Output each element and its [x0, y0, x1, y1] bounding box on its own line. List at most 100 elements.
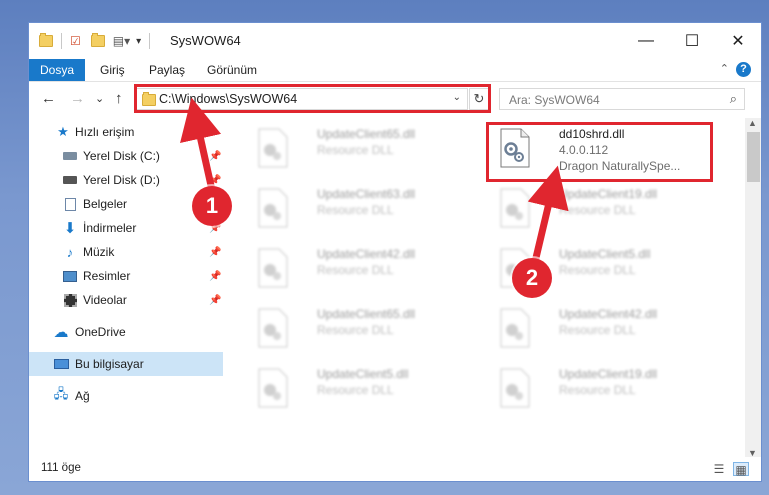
customize-toolbar-icon[interactable]: ▤▾ [113, 34, 130, 48]
file-highlight-box [486, 122, 713, 182]
music-icon: ♪ [66, 244, 74, 260]
star-icon: ★ [57, 124, 69, 139]
vertical-scrollbar[interactable]: ▲ ▼ [745, 118, 761, 458]
sidebar-item-disk-d[interactable]: Yerel Disk (D:) 📌 [29, 168, 223, 192]
dll-file-icon [500, 368, 530, 408]
dll-file-icon [258, 368, 288, 408]
step-badge-1: 1 [192, 186, 232, 226]
tab-view[interactable]: Görünüm [207, 59, 257, 81]
sidebar-item-label: Bu bilgisayar [75, 357, 144, 371]
minimize-button[interactable]: — [623, 23, 669, 59]
download-icon: ⬇ [63, 220, 77, 237]
search-placeholder: Ara: SysWOW64 [509, 93, 600, 107]
chevron-down-icon[interactable]: ▾ [136, 36, 141, 47]
sidebar-item-label: Resimler [83, 269, 131, 283]
pictures-icon [62, 269, 78, 283]
tab-home[interactable]: Giriş [100, 59, 125, 81]
sidebar-item-pictures[interactable]: Resimler 📌 [29, 264, 223, 288]
sidebar-item-downloads[interactable]: ⬇ İndirmeler 📌 [29, 216, 223, 240]
file-name: UpdateClient19.dll [559, 367, 658, 381]
pin-icon: 📌 [209, 294, 222, 306]
title-bar: ☑ ▤▾ ▾ SysWOW64 — ☐ ✕ [29, 23, 761, 59]
file-item[interactable]: UpdateClient42.dll Resource DLL [489, 302, 709, 358]
file-item[interactable]: UpdateClient5.dll Resource DLL [247, 362, 467, 418]
sidebar-item-label: İndirmeler [83, 221, 137, 235]
file-type: Resource DLL [317, 143, 394, 157]
disk-icon [62, 149, 78, 163]
sidebar-item-music[interactable]: ♪ Müzik 📌 [29, 240, 223, 264]
file-name: UpdateClient65.dll [317, 307, 416, 321]
dll-file-icon [500, 308, 530, 348]
file-item[interactable]: UpdateClient19.dll Resource DLL [489, 182, 709, 238]
sidebar-item-label: OneDrive [75, 325, 126, 339]
sidebar-item-this-pc[interactable]: Bu bilgisayar [29, 352, 223, 376]
up-button[interactable]: ↑ [115, 90, 123, 107]
sidebar-item-label: Yerel Disk (C:) [83, 149, 160, 163]
file-type: Resource DLL [559, 323, 636, 337]
search-input[interactable]: Ara: SysWOW64 ⌕ [499, 88, 745, 110]
sidebar-item-label: Videolar [83, 293, 127, 307]
file-item[interactable]: UpdateClient19.dll Resource DLL [489, 362, 709, 418]
maximize-button[interactable]: ☐ [669, 23, 715, 59]
file-name: UpdateClient65.dll [317, 127, 416, 141]
file-type: Resource DLL [317, 383, 394, 397]
help-icon[interactable]: ? [736, 62, 751, 77]
details-view-button[interactable]: ☰ [711, 462, 727, 476]
forward-button[interactable]: → [70, 90, 85, 107]
properties-icon[interactable]: ☑ [70, 34, 81, 48]
file-type: Resource DLL [559, 203, 636, 217]
file-type: Resource DLL [317, 263, 394, 277]
close-button[interactable]: ✕ [715, 23, 761, 59]
pin-icon: 📌 [209, 150, 222, 162]
file-type: Resource DLL [317, 203, 394, 217]
network-icon: 🖧 [53, 386, 69, 401]
file-type: Resource DLL [559, 383, 636, 397]
file-name: UpdateClient5.dll [559, 247, 651, 261]
tiles-view-button[interactable]: ▦ [733, 462, 749, 477]
pin-icon: 📌 [209, 270, 222, 282]
sidebar-item-videos[interactable]: Videolar 📌 [29, 288, 223, 312]
sidebar-item-label: Yerel Disk (D:) [83, 173, 160, 187]
videos-icon [62, 293, 78, 307]
file-type: Resource DLL [559, 263, 636, 277]
tab-file[interactable]: Dosya [29, 59, 85, 81]
pin-icon: 📌 [209, 246, 222, 258]
back-button[interactable]: ← [41, 90, 56, 107]
file-item[interactable]: UpdateClient65.dll Resource DLL [247, 302, 467, 358]
ribbon-tabs: Dosya Giriş Paylaş Görünüm ⌃ ? [29, 59, 761, 82]
file-name: UpdateClient63.dll [317, 187, 416, 201]
quick-access-toolbar: ☑ ▤▾ ▾ [39, 33, 151, 49]
file-item[interactable]: UpdateClient65.dll Resource DLL [247, 122, 467, 178]
sidebar-item-label: Belgeler [83, 197, 128, 211]
dll-file-icon [258, 128, 288, 168]
dll-file-icon [258, 188, 288, 228]
sidebar-item-disk-c[interactable]: Yerel Disk (C:) 📌 [29, 144, 223, 168]
documents-icon [62, 197, 78, 211]
sidebar-item-label: Ağ [75, 389, 90, 403]
address-highlight-box [134, 84, 491, 113]
file-name: UpdateClient19.dll [559, 187, 658, 201]
folder-icon [39, 33, 53, 47]
file-name: UpdateClient5.dll [317, 367, 409, 381]
tab-share[interactable]: Paylaş [149, 59, 185, 81]
cloud-icon: ☁ [53, 324, 69, 341]
file-type: Resource DLL [317, 323, 394, 337]
computer-icon [53, 357, 69, 371]
scroll-up-icon[interactable]: ▲ [748, 118, 757, 128]
window-title: SysWOW64 [170, 33, 241, 48]
collapse-ribbon-icon[interactable]: ⌃ [720, 62, 729, 75]
new-folder-icon[interactable] [90, 33, 105, 47]
scroll-thumb[interactable] [747, 132, 760, 182]
sidebar-item-network[interactable]: 🖧 Ağ [29, 384, 223, 408]
search-icon: ⌕ [729, 91, 737, 106]
disk-icon [62, 173, 78, 187]
navigation-pane: ★ Hızlı erişim Yerel Disk (C:) 📌 Yerel D… [29, 118, 225, 443]
recent-locations-button[interactable]: ⌄ [95, 92, 104, 105]
file-item[interactable]: UpdateClient42.dll Resource DLL [247, 242, 467, 298]
sidebar-item-quick-access[interactable]: ★ Hızlı erişim [29, 120, 223, 144]
sidebar-item-label: Müzik [83, 245, 115, 259]
sidebar-item-onedrive[interactable]: ☁ OneDrive [29, 320, 223, 344]
file-item[interactable]: UpdateClient63.dll Resource DLL [247, 182, 467, 238]
file-name: UpdateClient42.dll [317, 247, 416, 261]
file-name: UpdateClient42.dll [559, 307, 658, 321]
